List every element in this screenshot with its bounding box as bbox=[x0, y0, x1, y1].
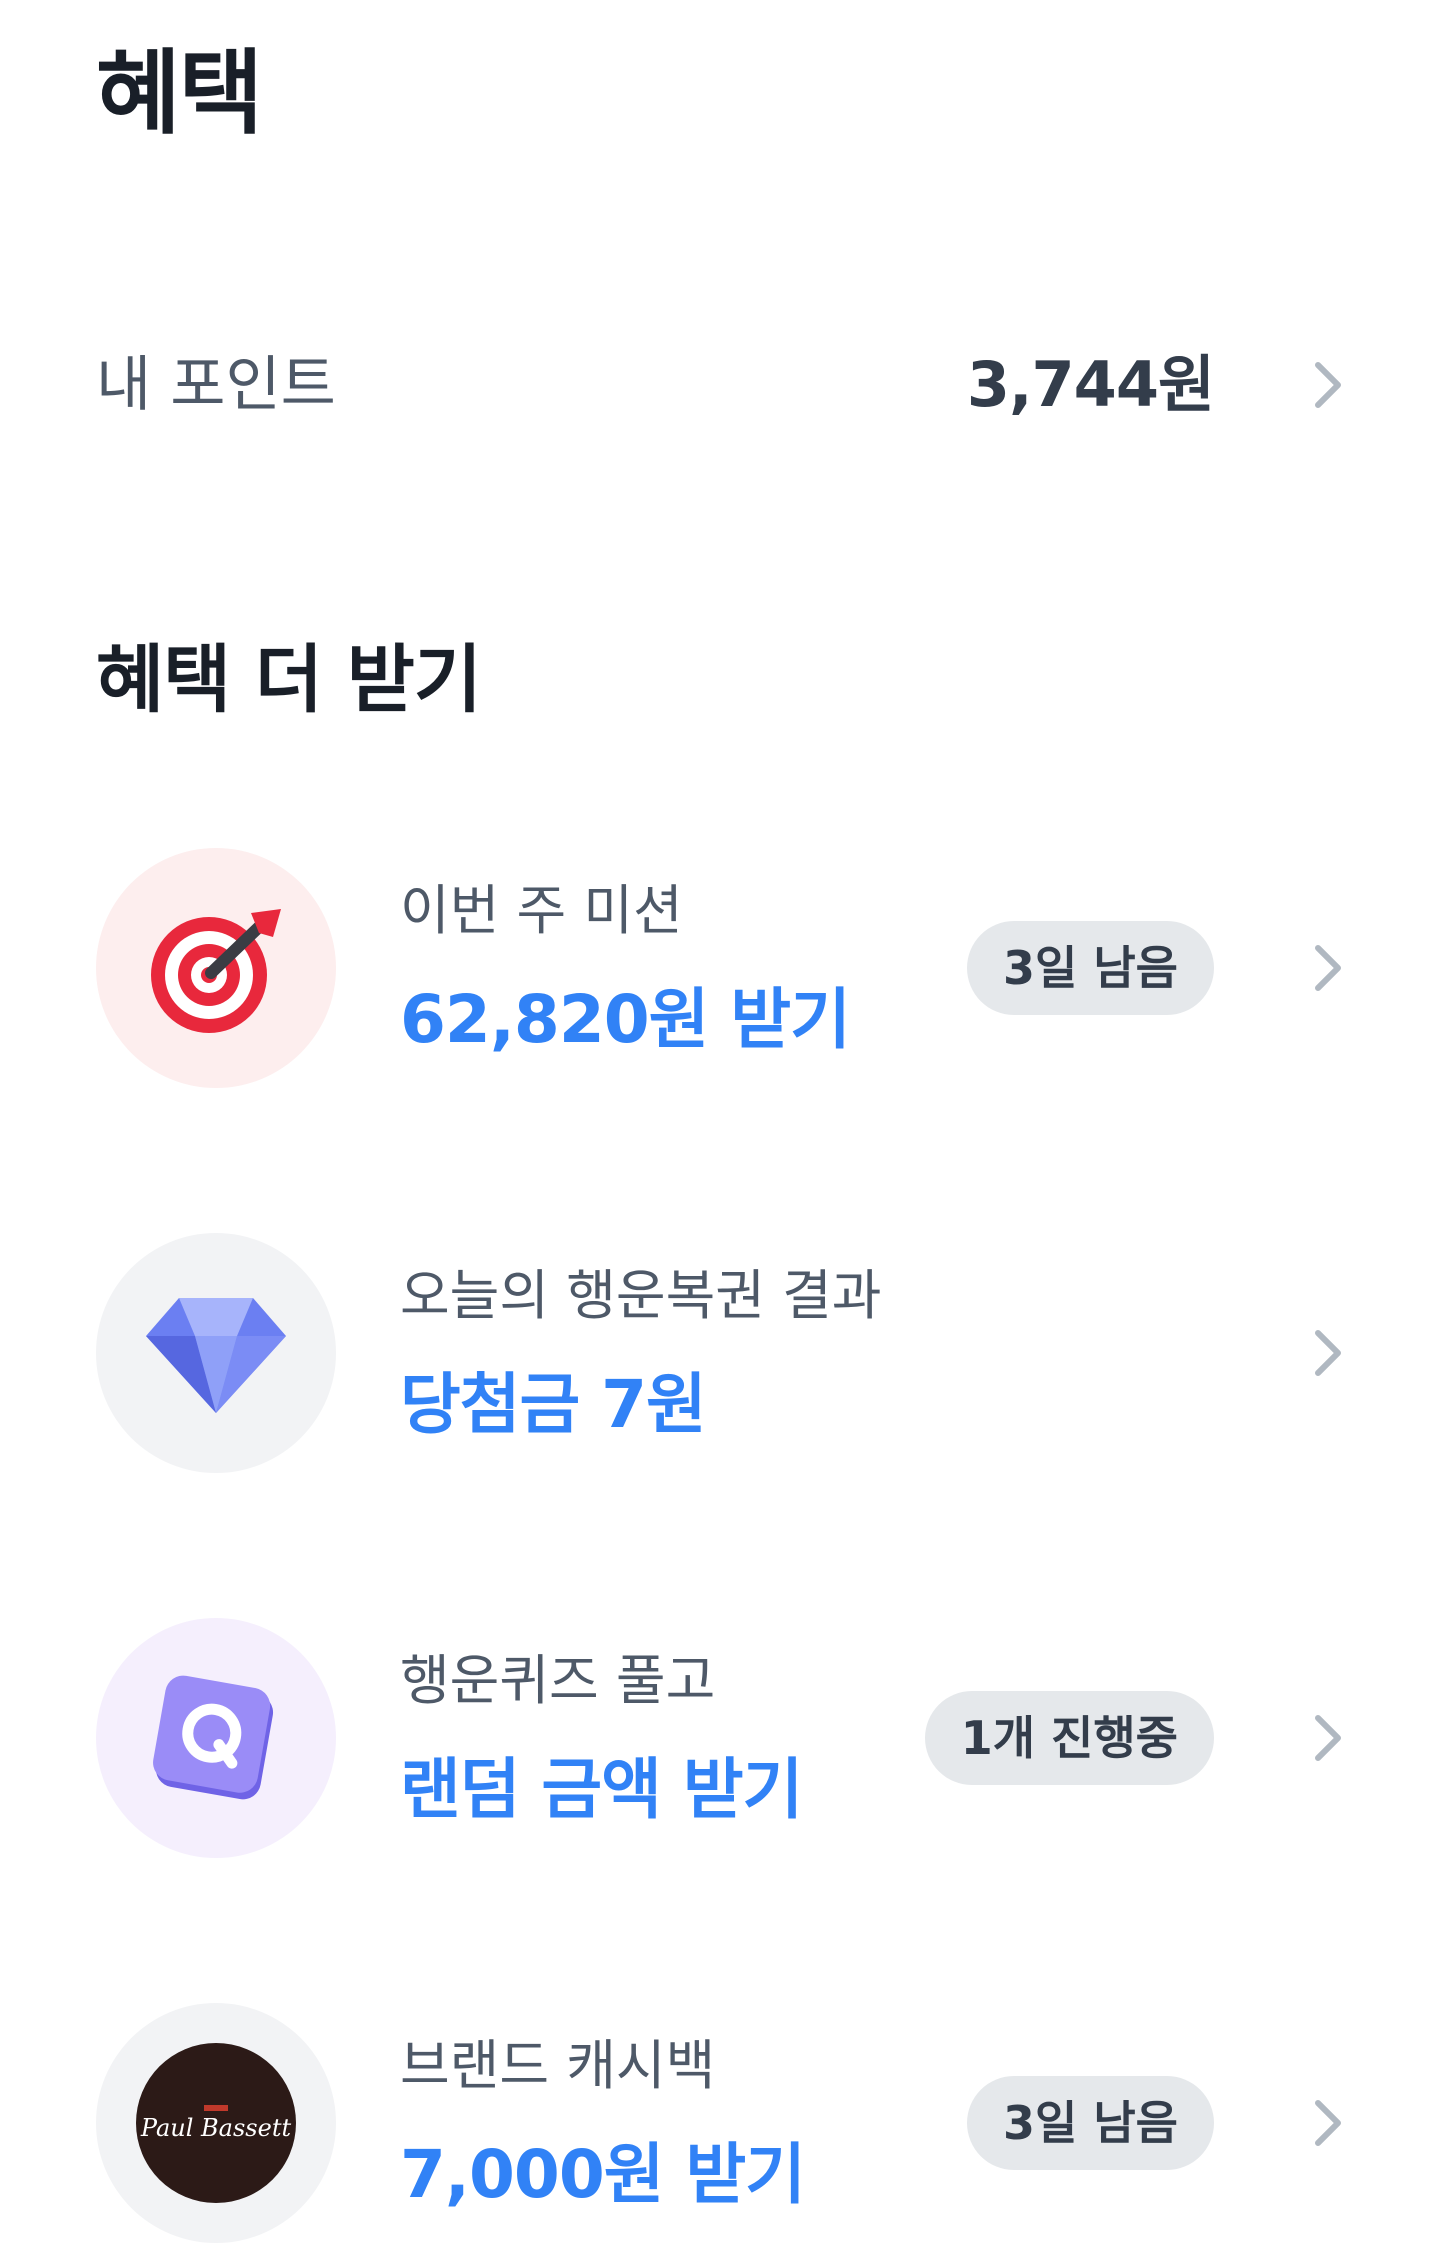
item-subtitle: 이번 주 미션 bbox=[400, 879, 683, 942]
chevron-right-icon bbox=[1315, 2100, 1341, 2146]
diamond-icon bbox=[146, 1298, 286, 1413]
icon-circle bbox=[96, 1233, 336, 1473]
chevron-right-icon bbox=[1315, 1715, 1341, 1761]
item-main-text: 당첨금 7원 bbox=[400, 1366, 707, 1443]
brand-logo-text: Paul Bassett bbox=[140, 2114, 292, 2142]
quiz-q-icon bbox=[153, 1675, 274, 1800]
item-main-text: 62,820원 받기 bbox=[400, 981, 851, 1058]
item-subtitle: 오늘의 행운복권 결과 bbox=[400, 1264, 882, 1327]
section-title: 혜택 더 받기 bbox=[96, 637, 482, 723]
chevron-right-icon bbox=[1315, 945, 1341, 991]
icon-circle bbox=[96, 1618, 336, 1858]
points-value: 3,744원 bbox=[966, 348, 1215, 421]
benefit-item-lucky-quiz[interactable]: 행운퀴즈 풀고 랜덤 금액 받기 1개 진행중 bbox=[0, 1618, 1440, 1868]
my-points-row[interactable]: 내 포인트 3,744원 bbox=[0, 325, 1440, 445]
benefit-item-lottery[interactable]: 오늘의 행운복권 결과 당첨금 7원 bbox=[0, 1233, 1440, 1483]
icon-circle: Paul Bassett bbox=[96, 2003, 336, 2243]
points-label: 내 포인트 bbox=[96, 350, 336, 420]
brand-logo-icon: Paul Bassett bbox=[136, 2043, 296, 2203]
status-badge: 1개 진행중 bbox=[924, 1691, 1214, 1785]
item-subtitle: 행운퀴즈 풀고 bbox=[400, 1649, 716, 1712]
chevron-right-icon bbox=[1315, 1330, 1341, 1376]
chevron-right-icon bbox=[1315, 362, 1341, 408]
item-main-text: 7,000원 받기 bbox=[400, 2136, 806, 2213]
benefit-item-brand-cashback[interactable]: Paul Bassett 브랜드 캐시백 7,000원 받기 3일 남음 bbox=[0, 2003, 1440, 2253]
item-main-text: 랜덤 금액 받기 bbox=[400, 1751, 803, 1828]
benefit-item-weekly-mission[interactable]: 이번 주 미션 62,820원 받기 3일 남음 bbox=[0, 848, 1440, 1098]
status-badge: 3일 남음 bbox=[967, 2076, 1214, 2170]
status-badge: 3일 남음 bbox=[967, 921, 1214, 1015]
item-subtitle: 브랜드 캐시백 bbox=[400, 2034, 716, 2097]
target-dart-icon bbox=[151, 909, 281, 1033]
page-title: 혜택 bbox=[96, 40, 263, 147]
icon-circle bbox=[96, 848, 336, 1088]
